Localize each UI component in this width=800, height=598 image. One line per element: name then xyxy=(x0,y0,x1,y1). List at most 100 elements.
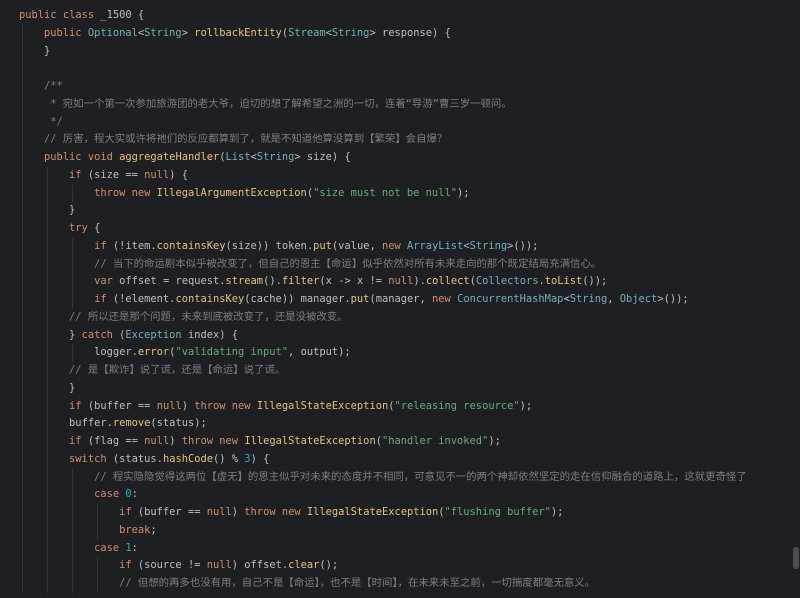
punctuation-token: != xyxy=(187,559,201,572)
keyword-token: switch xyxy=(69,452,107,465)
code-line[interactable]: // 是【欺诈】说了谎，还是【命运】说了谎。 xyxy=(19,362,800,380)
punctuation-token: } xyxy=(69,381,76,394)
punctuation-token: == xyxy=(187,506,201,518)
method-token: hashCode xyxy=(162,452,213,465)
punctuation-token: (). xyxy=(263,275,282,288)
identifier-token: status xyxy=(119,452,157,465)
code-line[interactable]: public void aggregateHandler(List<String… xyxy=(19,149,800,167)
type-token: Exception xyxy=(125,328,182,341)
code-line[interactable]: // 当下的命运剧本似乎被改变了，但自己的恩主【命运】似乎依然对所有未来走向的那… xyxy=(19,256,800,274)
punctuation-token: ); xyxy=(194,417,207,430)
code-line[interactable]: if (size == null) { xyxy=(19,167,800,185)
punctuation-token: { xyxy=(263,452,270,465)
code-line[interactable]: } catch (Exception index) { xyxy=(19,327,800,345)
code-line[interactable]: case 1: xyxy=(19,540,800,558)
identifier-token: token xyxy=(275,239,307,252)
code-line[interactable]: public class _1500 { xyxy=(19,7,800,25)
punctuation-token: { xyxy=(137,9,145,21)
method-token: put xyxy=(313,239,332,252)
code-line[interactable]: logger.error("validating input", output)… xyxy=(19,344,800,362)
identifier-token: value xyxy=(338,239,370,252)
method-token: put xyxy=(350,293,370,305)
punctuation-token: (! xyxy=(112,239,126,252)
punctuation-token: ); xyxy=(338,346,351,359)
code-line[interactable]: /** xyxy=(19,78,800,96)
method-token: remove xyxy=(112,417,151,430)
code-line[interactable]: */ xyxy=(19,114,800,132)
method-token: IllegalStateException xyxy=(306,506,439,518)
keyword-token: void xyxy=(87,151,113,163)
code-line[interactable]: // 所以还是那个问题，未来到底被改变了，还是没被改变。 xyxy=(19,309,800,327)
punctuation-token: ; xyxy=(150,523,157,536)
identifier-token: source xyxy=(144,559,182,572)
keyword-token: if xyxy=(69,168,82,181)
code-line[interactable]: // 但想的再多也没有用，自己不是【命运】，也不是【时间】，在未来未至之前，一切… xyxy=(19,575,800,593)
method-token: containsKey xyxy=(175,293,245,305)
punctuation-token: { xyxy=(231,328,239,341)
keyword-token: throw xyxy=(94,186,126,199)
keyword-token: null xyxy=(156,399,182,412)
code-line[interactable]: var offset = request.stream().filter(x -… xyxy=(19,273,800,291)
vertical-scrollbar-thumb[interactable] xyxy=(793,547,799,569)
identifier-token: status xyxy=(156,417,195,430)
identifier-token: offset xyxy=(119,275,157,288)
code-line[interactable]: if (buffer == null) throw new IllegalSta… xyxy=(19,504,800,522)
code-line[interactable]: break; xyxy=(19,522,800,540)
keyword-token: case xyxy=(94,488,120,501)
code-line[interactable]: } xyxy=(19,202,800,220)
code-line[interactable] xyxy=(19,60,800,78)
code-line[interactable]: if (!element.containsKey(cache)) manager… xyxy=(19,291,800,309)
code-line[interactable]: throw new IllegalArgumentException("size… xyxy=(19,185,800,203)
identifier-token: item xyxy=(125,239,151,252)
keyword-token: public xyxy=(19,9,57,21)
punctuation-token: == xyxy=(125,168,138,181)
type-token: List xyxy=(225,151,251,163)
identifier-token: cache xyxy=(250,293,282,305)
punctuation-token: : xyxy=(131,541,138,554)
code-line[interactable]: buffer.remove(status); xyxy=(19,415,800,433)
keyword-token: catch xyxy=(81,328,113,341)
identifier-token: output xyxy=(300,346,339,359)
code-line[interactable]: if (source != null) offset.clear(); xyxy=(19,557,800,575)
type-token: ConcurrentHashMap xyxy=(457,293,564,305)
comment-text: // 所以还是那个问题，未来到底被改变了，还是没被改变。 xyxy=(69,310,348,323)
code-line[interactable]: if (buffer == null) throw new IllegalSta… xyxy=(19,398,800,416)
keyword-token: public xyxy=(44,26,82,39)
code-line[interactable]: // 程实隐隐觉得这两位【虚无】的恩主似乎对未来的态度并不相同，可意见不一的两个… xyxy=(19,469,800,487)
keyword-token: try xyxy=(69,222,88,234)
keyword-token: if xyxy=(119,559,132,572)
code-line[interactable]: // 厉害，程大实或许将祂们的反应都算到了，就是不知道他算没算到【繁荣】会自爆？ xyxy=(19,131,800,149)
comment-text: // 是【欺诈】说了谎，还是【命运】说了谎。 xyxy=(69,364,286,376)
code-line[interactable]: } xyxy=(19,380,800,398)
punctuation-token: ); xyxy=(456,186,470,199)
code-text-area[interactable]: public class _1500 { public Optional<Str… xyxy=(0,0,800,598)
identifier-token: _1500 xyxy=(100,9,132,21)
code-line[interactable]: } xyxy=(19,43,800,61)
code-line[interactable]: if (!item.containsKey(size)) token.put(v… xyxy=(19,238,800,256)
keyword-token: if xyxy=(69,399,82,412)
type-token: String xyxy=(331,26,370,39)
code-line[interactable]: switch (status.hashCode() % 3) { xyxy=(19,451,800,469)
code-line[interactable]: public Optional<String> rollbackEntity(S… xyxy=(19,25,800,43)
keyword-token: throw xyxy=(244,506,276,518)
code-line[interactable]: try { xyxy=(19,220,800,238)
method-token: toList xyxy=(544,275,583,288)
code-line[interactable]: case 0: xyxy=(19,486,800,504)
code-editor[interactable]: public class _1500 { public Optional<Str… xyxy=(0,0,800,598)
method-token: filter xyxy=(281,275,320,288)
punctuation-token: ); xyxy=(488,435,501,447)
method-token: containsKey xyxy=(156,239,226,252)
keyword-token: null xyxy=(144,435,170,447)
identifier-token: buffer xyxy=(69,417,107,430)
keyword-token: public xyxy=(44,151,82,163)
code-line[interactable]: if (flag == null) throw new IllegalState… xyxy=(19,433,800,451)
method-token: aggregateHandler xyxy=(119,151,220,163)
code-line[interactable]: * 宛如一个第一次参加旅游团的老大爷，迫切的想了解希望之洲的一切，连着“导游”曹… xyxy=(19,96,800,114)
